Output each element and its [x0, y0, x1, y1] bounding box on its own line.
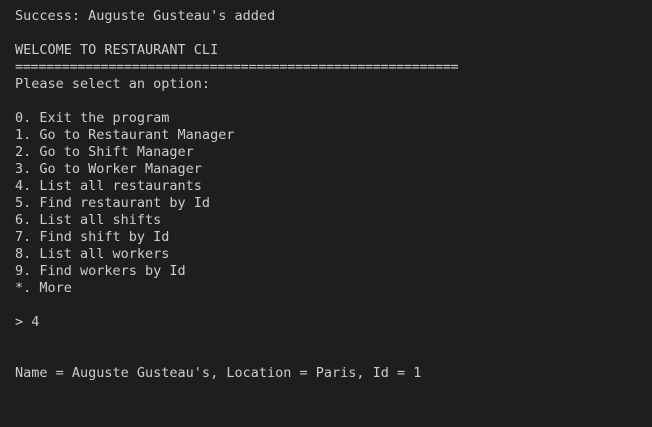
status-message: Success: Auguste Gusteau's added [15, 8, 276, 24]
menu-option-restaurant-manager: 1. Go to Restaurant Manager [15, 127, 235, 143]
menu-options: 0. Exit the program 1. Go to Restaurant … [15, 110, 637, 297]
terminal-window[interactable]: Success: Auguste Gusteau's added WELCOME… [0, 0, 652, 427]
menu-option-list-shifts: 6. List all shifts [15, 212, 162, 228]
menu-option-more: *. More [15, 280, 72, 296]
menu-option-find-shift: 7. Find shift by Id [15, 229, 170, 245]
menu-option-find-restaurant: 5. Find restaurant by Id [15, 195, 211, 211]
menu-option-exit: 0. Exit the program [15, 110, 170, 126]
cli-title: WELCOME TO RESTAURANT CLI [15, 42, 219, 58]
menu-option-list-workers: 8. List all workers [15, 246, 170, 262]
option-prompt: Please select an option: [15, 76, 211, 92]
title-separator: ========================================… [15, 59, 459, 75]
menu-option-worker-manager: 3. Go to Worker Manager [15, 161, 202, 177]
menu-option-find-workers: 9. Find workers by Id [15, 263, 186, 279]
menu-option-list-restaurants: 4. List all restaurants [15, 178, 202, 194]
user-input-line[interactable]: > 4 [15, 314, 637, 331]
menu-option-shift-manager: 2. Go to Shift Manager [15, 144, 194, 160]
result-line: Name = Auguste Gusteau's, Location = Par… [15, 365, 422, 381]
